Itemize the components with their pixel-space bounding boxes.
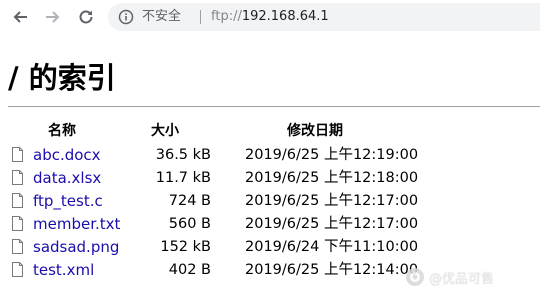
page-title: / 的索引	[8, 61, 116, 95]
back-button[interactable]	[9, 6, 31, 28]
info-icon[interactable]	[118, 9, 134, 25]
reload-icon	[79, 10, 93, 24]
file-link[interactable]: sadsad.png	[33, 238, 119, 257]
file-row: abc.docx 36.5 kB 2019/6/25 上午12:19:00	[0, 146, 540, 169]
file-icon	[12, 262, 23, 277]
address-bar[interactable]: 不安全 ftp://192.168.64.1	[108, 3, 540, 31]
forward-button[interactable]	[42, 6, 64, 28]
file-date: 2019/6/25 上午12:17:00	[245, 216, 419, 232]
file-link[interactable]: data.xlsx	[33, 169, 101, 188]
file-icon	[12, 147, 23, 162]
file-date: 2019/6/25 上午12:19:00	[245, 147, 419, 163]
column-header-modified[interactable]: 修改日期	[287, 122, 343, 140]
file-row: member.txt 560 B 2019/6/25 上午12:17:00	[0, 215, 540, 238]
file-link[interactable]: member.txt	[33, 215, 120, 234]
watermark-text: @优品可售	[429, 271, 495, 287]
reload-button[interactable]	[75, 6, 97, 28]
file-size: 11.7 kB	[155, 170, 211, 186]
file-date: 2019/6/25 上午12:14:00	[245, 262, 419, 278]
file-size: 560 B	[168, 216, 211, 232]
url-text[interactable]: ftp://192.168.64.1	[211, 8, 329, 26]
url-host: 192.168.64.1	[241, 9, 329, 24]
file-date: 2019/6/25 上午12:17:00	[245, 193, 419, 209]
file-date: 2019/6/25 上午12:18:00	[245, 170, 419, 186]
back-arrow-icon	[13, 11, 27, 23]
omnibox-divider	[200, 10, 201, 24]
file-size: 724 B	[168, 193, 211, 209]
file-icon	[12, 216, 23, 231]
file-date: 2019/6/24 下午11:10:00	[245, 239, 419, 255]
file-size: 152 kB	[160, 239, 211, 255]
file-row: sadsad.png 152 kB 2019/6/24 下午11:10:00	[0, 238, 540, 261]
column-header-size[interactable]: 大小	[151, 122, 179, 140]
file-size: 36.5 kB	[155, 147, 211, 163]
browser-toolbar: 不安全 ftp://192.168.64.1	[0, 0, 540, 34]
file-row: ftp_test.c 724 B 2019/6/25 上午12:17:00	[0, 192, 540, 215]
column-header-name[interactable]: 名称	[48, 122, 76, 140]
file-icon	[12, 239, 23, 254]
divider	[8, 106, 540, 107]
file-size: 402 B	[168, 262, 211, 278]
url-scheme: ftp://	[211, 9, 242, 24]
forward-arrow-icon	[46, 11, 60, 23]
file-icon	[12, 170, 23, 185]
security-status-label[interactable]: 不安全	[142, 8, 181, 26]
file-link[interactable]: ftp_test.c	[33, 192, 103, 211]
watermark: @优品可售	[405, 266, 494, 288]
file-link[interactable]: test.xml	[33, 261, 94, 280]
watermark-logo-icon	[406, 268, 424, 286]
file-row: data.xlsx 11.7 kB 2019/6/25 上午12:18:00	[0, 169, 540, 192]
file-link[interactable]: abc.docx	[33, 146, 101, 165]
file-icon	[12, 193, 23, 208]
